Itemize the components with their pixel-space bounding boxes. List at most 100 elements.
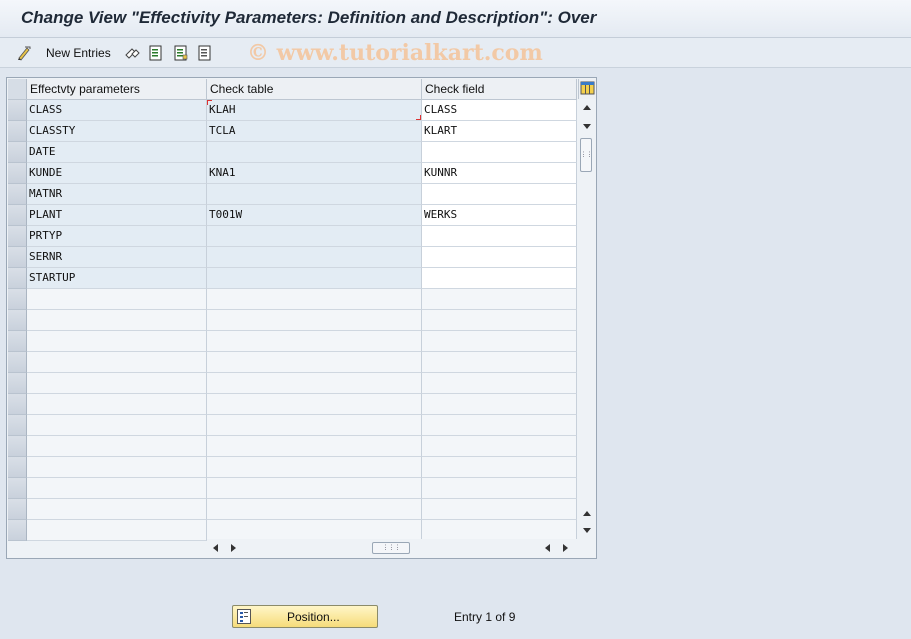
check-table-cell bbox=[207, 331, 422, 352]
row-selector[interactable] bbox=[8, 205, 27, 226]
table-settings-icon bbox=[580, 81, 595, 95]
row-selector[interactable] bbox=[8, 457, 27, 478]
effectivity-parameter-cell bbox=[27, 499, 207, 520]
horizontal-scrollbar[interactable]: ⋮⋮⋮ bbox=[207, 539, 577, 557]
effectivity-parameter-cell: STARTUP bbox=[27, 268, 207, 289]
check-table-cell: TCLA bbox=[207, 121, 422, 142]
check-field-cell[interactable] bbox=[422, 247, 577, 268]
check-table-cell bbox=[207, 499, 422, 520]
check-field-cell[interactable]: CLASS bbox=[422, 100, 577, 121]
table-row: CLASSTY TCLA KLART bbox=[8, 121, 577, 142]
effectivity-parameter-cell: CLASS bbox=[27, 100, 207, 121]
row-selector[interactable] bbox=[8, 520, 27, 541]
scroll-page-down-arrow-icon[interactable] bbox=[583, 528, 591, 533]
row-selector[interactable] bbox=[8, 499, 27, 520]
copy-as-icon bbox=[124, 45, 140, 61]
check-field-cell[interactable]: KLART bbox=[422, 121, 577, 142]
row-selector[interactable] bbox=[8, 373, 27, 394]
check-table-cell: T001W bbox=[207, 205, 422, 226]
column-header-check-field[interactable]: Check field bbox=[422, 79, 577, 100]
check-field-cell[interactable]: WERKS bbox=[422, 205, 577, 226]
row-selector[interactable] bbox=[8, 226, 27, 247]
check-table-cell: KLAH bbox=[207, 100, 422, 121]
scroll-down-arrow-icon[interactable] bbox=[583, 124, 591, 129]
position-icon bbox=[237, 609, 251, 624]
row-selector[interactable] bbox=[8, 247, 27, 268]
scroll-end-right-arrow-icon[interactable] bbox=[563, 544, 568, 552]
row-selector[interactable] bbox=[8, 478, 27, 499]
vertical-scroll-thumb[interactable]: ⋮⋮ bbox=[580, 138, 593, 172]
effectivity-parameter-cell bbox=[27, 457, 207, 478]
row-selector[interactable] bbox=[8, 184, 27, 205]
row-selector[interactable] bbox=[8, 121, 27, 142]
check-field-cell bbox=[422, 352, 577, 373]
check-field-cell[interactable] bbox=[422, 268, 577, 289]
scroll-right-arrow-icon[interactable] bbox=[231, 544, 236, 552]
row-selector[interactable] bbox=[8, 142, 27, 163]
effectivity-parameter-cell: CLASSTY bbox=[27, 121, 207, 142]
effectivity-parameter-cell: PRTYP bbox=[27, 226, 207, 247]
check-table-cell bbox=[207, 247, 422, 268]
table-control: Effectvty parameters Check table Check f… bbox=[6, 77, 597, 559]
column-header-effectivity-parameters[interactable]: Effectvty parameters bbox=[27, 79, 207, 100]
row-selector[interactable] bbox=[8, 415, 27, 436]
deselect-all-button[interactable] bbox=[197, 44, 213, 62]
check-field-cell[interactable]: KUNNR bbox=[422, 163, 577, 184]
pencil-glasses-icon bbox=[16, 45, 32, 61]
table-row bbox=[8, 289, 577, 310]
check-table-cell bbox=[207, 478, 422, 499]
row-selector[interactable] bbox=[8, 268, 27, 289]
effectivity-parameter-cell: DATE bbox=[27, 142, 207, 163]
document-delete-icon bbox=[148, 45, 164, 61]
row-selector[interactable] bbox=[8, 436, 27, 457]
effectivity-parameter-cell bbox=[27, 436, 207, 457]
entry-counter: Entry 1 of 9 bbox=[454, 610, 516, 624]
scroll-end-left-arrow-icon[interactable] bbox=[545, 544, 550, 552]
table-row: CLASS KLAH CLASS bbox=[8, 100, 577, 121]
row-selector[interactable] bbox=[8, 163, 27, 184]
table-settings-button[interactable] bbox=[578, 79, 596, 99]
table-row: KUNDE KNA1 KUNNR bbox=[8, 163, 577, 184]
delete-button[interactable] bbox=[148, 44, 164, 62]
table-row bbox=[8, 499, 577, 520]
check-field-cell[interactable] bbox=[422, 142, 577, 163]
effectivity-parameter-cell bbox=[27, 520, 207, 541]
table-row bbox=[8, 520, 577, 541]
select-all-column-header[interactable] bbox=[8, 79, 27, 99]
copy-as-button[interactable] bbox=[124, 44, 140, 62]
select-all-button[interactable] bbox=[173, 44, 189, 62]
table-row: DATE bbox=[8, 142, 577, 163]
row-selector[interactable] bbox=[8, 310, 27, 331]
watermark: © www.tutorialkart.com bbox=[247, 40, 543, 66]
scroll-page-up-arrow-icon[interactable] bbox=[583, 511, 591, 516]
scroll-left-arrow-icon[interactable] bbox=[213, 544, 218, 552]
check-field-cell bbox=[422, 457, 577, 478]
table-row bbox=[8, 394, 577, 415]
check-field-cell[interactable] bbox=[422, 184, 577, 205]
row-selector[interactable] bbox=[8, 394, 27, 415]
table-row bbox=[8, 478, 577, 499]
table-row: MATNR bbox=[8, 184, 577, 205]
check-field-cell bbox=[422, 310, 577, 331]
row-selector[interactable] bbox=[8, 352, 27, 373]
table-header: Effectvty parameters Check table Check f… bbox=[8, 79, 577, 100]
row-selector[interactable] bbox=[8, 100, 27, 121]
row-selector[interactable] bbox=[8, 331, 27, 352]
check-field-cell bbox=[422, 394, 577, 415]
column-header-check-table[interactable]: Check table bbox=[207, 79, 422, 100]
horizontal-scroll-thumb[interactable]: ⋮⋮⋮ bbox=[372, 542, 410, 554]
display-change-button[interactable] bbox=[16, 44, 32, 62]
position-button[interactable]: Position... bbox=[232, 605, 378, 628]
vertical-scrollbar[interactable]: ⋮⋮ bbox=[578, 100, 596, 537]
table-row bbox=[8, 331, 577, 352]
table-row bbox=[8, 373, 577, 394]
check-table-cell bbox=[207, 520, 422, 541]
check-field-cell[interactable] bbox=[422, 226, 577, 247]
check-field-cell bbox=[422, 520, 577, 541]
check-table-cell bbox=[207, 394, 422, 415]
table-row: PLANT T001W WERKS bbox=[8, 205, 577, 226]
row-selector[interactable] bbox=[8, 289, 27, 310]
check-table-cell bbox=[207, 184, 422, 205]
scroll-up-arrow-icon[interactable] bbox=[583, 105, 591, 110]
new-entries-button[interactable]: New Entries bbox=[46, 44, 111, 62]
